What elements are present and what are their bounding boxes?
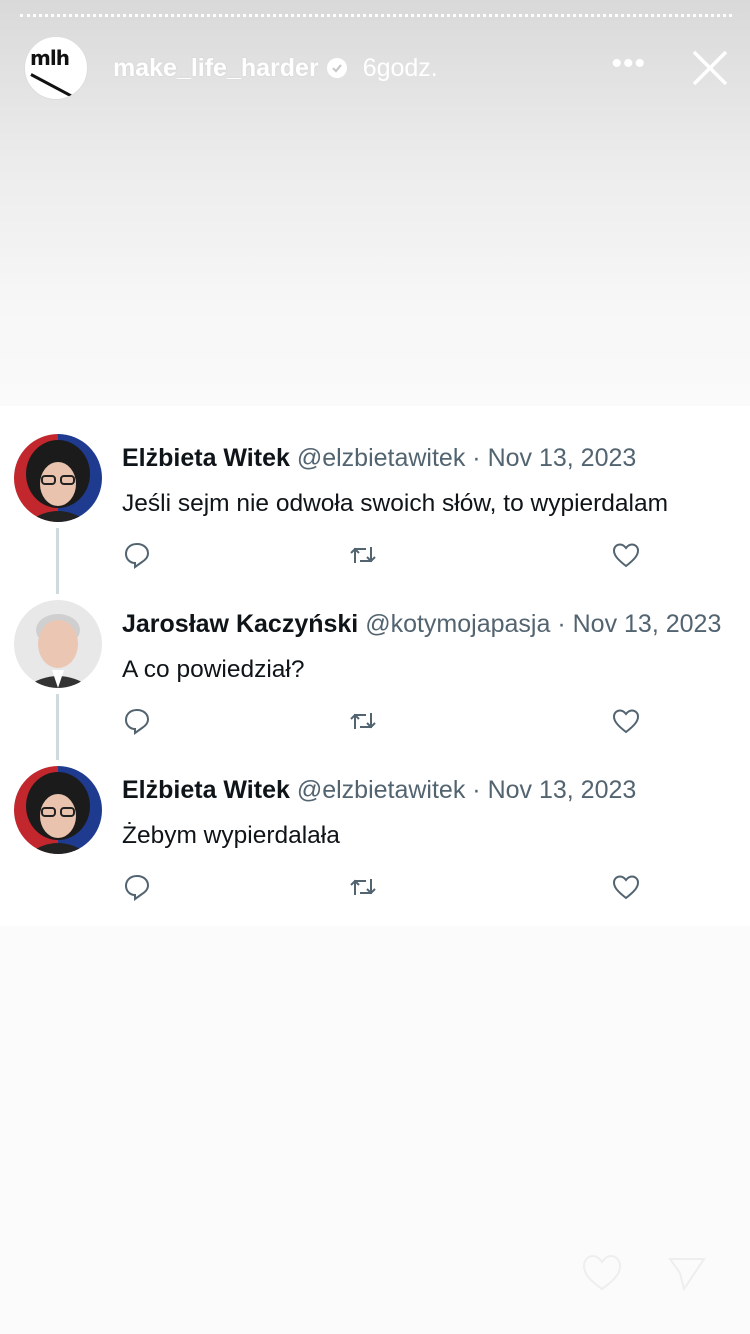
tweet-item: Elżbieta Witek @elzbietawitek · Nov 13, … [0, 406, 750, 572]
tweet-date[interactable]: Nov 13, 2023 [573, 610, 722, 638]
tweet-header: Elżbieta Witek @elzbietawitek · Nov 13, … [122, 776, 636, 805]
story-header: mlh make_life_harder 6godz. ••• [24, 36, 736, 100]
tweet-text: A co powiedział? [122, 656, 305, 683]
reply-icon[interactable] [122, 706, 152, 736]
retweet-icon[interactable] [348, 540, 378, 570]
retweet-icon[interactable] [348, 872, 378, 902]
author-handle[interactable]: @elzbietawitek [297, 776, 466, 804]
avatar [14, 434, 102, 522]
story-username[interactable]: make_life_harder [113, 54, 319, 83]
reply-icon[interactable] [122, 872, 152, 902]
reply-icon[interactable] [122, 540, 152, 570]
avatar [14, 766, 102, 854]
meta-separator: · [557, 610, 566, 638]
author-name[interactable]: Elżbieta Witek [122, 776, 290, 804]
author-name[interactable]: Elżbieta Witek [122, 444, 290, 472]
tweet-item: Jarosław Kaczyński @kotymojapasja · Nov … [0, 572, 750, 738]
story-footer-icons [580, 1251, 710, 1300]
author-handle[interactable]: @elzbietawitek [297, 444, 466, 472]
story-timestamp: 6godz. [362, 53, 438, 82]
avatar-logo-slash [30, 73, 78, 99]
author-handle[interactable]: @kotymojapasja [365, 610, 550, 638]
meta-separator: · [472, 776, 481, 804]
close-icon[interactable] [690, 48, 730, 88]
tweet-text: Żebym wypierdalała [122, 822, 340, 849]
like-icon[interactable] [611, 540, 641, 570]
tweet-item: Elżbieta Witek @elzbietawitek · Nov 13, … [0, 738, 750, 904]
author-name[interactable]: Jarosław Kaczyński [122, 610, 358, 638]
verified-badge-icon [326, 58, 347, 78]
tweet-text: Jeśli sejm nie odwoła swoich słów, to wy… [122, 490, 669, 517]
avatar [14, 600, 102, 688]
tweet-date[interactable]: Nov 13, 2023 [488, 444, 637, 472]
story-progress-bar [20, 14, 732, 19]
tweet-header: Elżbieta Witek @elzbietawitek · Nov 13, … [122, 444, 636, 473]
tweet-thread-screenshot: Elżbieta Witek @elzbietawitek · Nov 13, … [0, 406, 750, 926]
avatar-logo-text: mlh [30, 46, 70, 70]
retweet-icon[interactable] [348, 706, 378, 736]
story-avatar[interactable]: mlh [24, 36, 88, 100]
tweet-date[interactable]: Nov 13, 2023 [488, 776, 637, 804]
meta-separator: · [472, 444, 481, 472]
tweet-header: Jarosław Kaczyński @kotymojapasja · Nov … [122, 610, 721, 639]
like-icon[interactable] [611, 706, 641, 736]
more-horizontal-icon[interactable]: ••• [611, 49, 646, 79]
like-icon[interactable] [611, 872, 641, 902]
